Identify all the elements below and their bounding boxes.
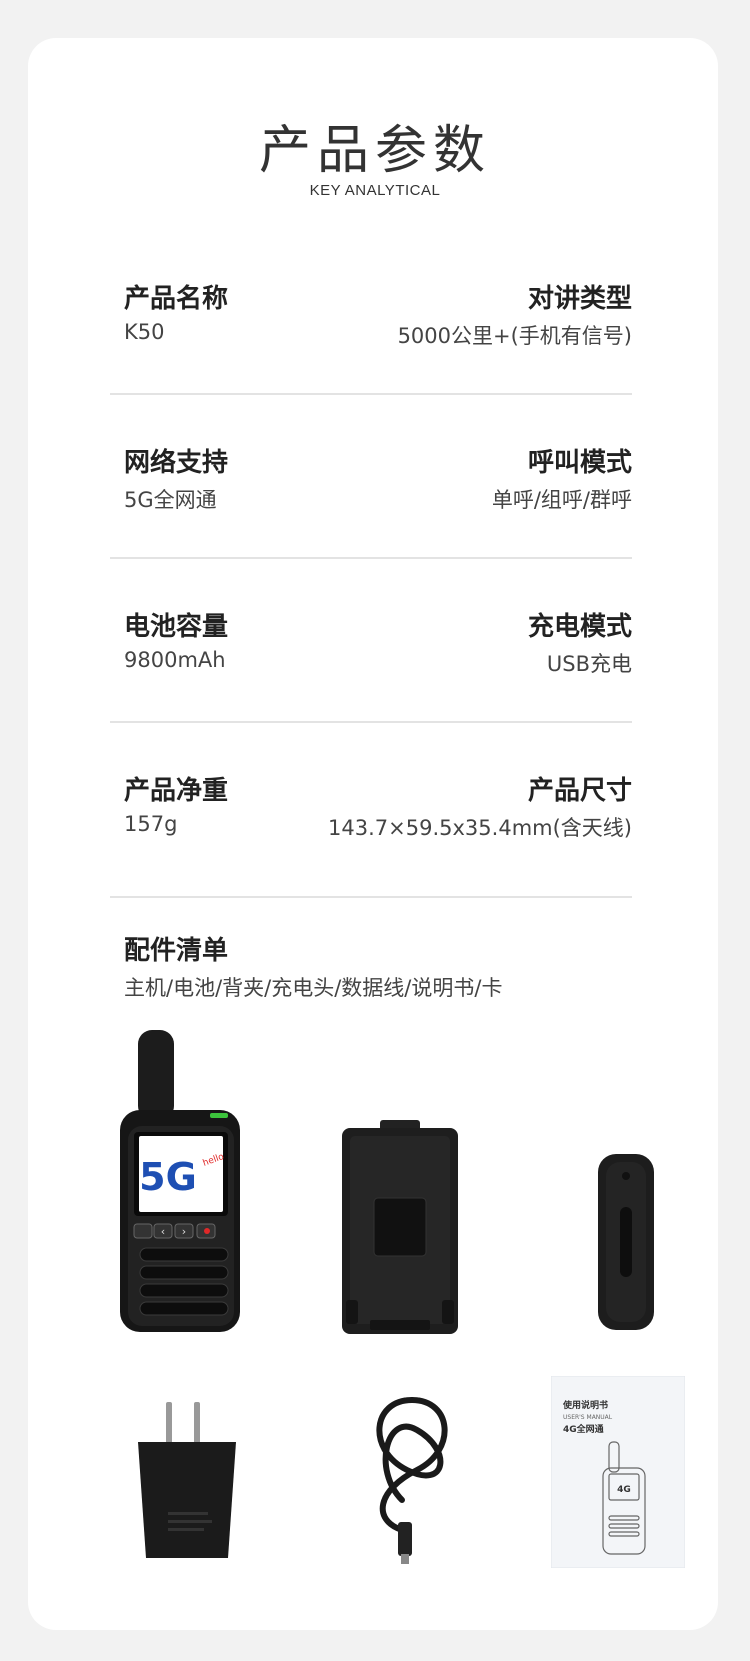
accessories-title: 配件清单 bbox=[124, 936, 229, 966]
radio-image: 5G hello ‹ › bbox=[120, 1030, 240, 1332]
svg-text:‹: ‹ bbox=[161, 1225, 165, 1238]
spec-row: 电池容量 9800mAh 充电模式 USB充电 bbox=[110, 606, 632, 686]
spec-value: USB充电 bbox=[546, 652, 632, 676]
spec-row: 产品净重 157g 产品尺寸 143.7×59.5x35.4mm(含天线) bbox=[110, 770, 632, 850]
page-subtitle: KEY ANALYTICAL bbox=[309, 182, 441, 199]
divider bbox=[110, 557, 632, 559]
manual-subtitle: USER'S MANUAL bbox=[563, 1414, 613, 1421]
spec-value: 5000公里+(手机有信号) bbox=[397, 324, 632, 348]
spec-row: 产品名称 K50 对讲类型 5000公里+(手机有信号) bbox=[110, 278, 632, 358]
spec-row: 网络支持 5G全网通 呼叫模式 单呼/组呼/群呼 bbox=[110, 442, 632, 522]
back-clip-image bbox=[598, 1154, 654, 1330]
divider bbox=[110, 721, 632, 723]
charger-image bbox=[138, 1402, 236, 1558]
spec-label: 呼叫模式 bbox=[527, 448, 632, 478]
manual-logo: 4G bbox=[617, 1485, 631, 1495]
manual-image: 使用说明书 USER'S MANUAL 4G全网通 4G bbox=[551, 1376, 685, 1568]
spec-value: 157g bbox=[124, 812, 178, 836]
manual-network: 4G全网通 bbox=[563, 1423, 604, 1435]
spec-value: 143.7×59.5x35.4mm(含天线) bbox=[328, 816, 632, 840]
screen-logo-text: 5G bbox=[139, 1155, 197, 1199]
battery-image bbox=[342, 1120, 458, 1334]
spec-label: 产品尺寸 bbox=[527, 776, 632, 806]
manual-title: 使用说明书 bbox=[562, 1399, 608, 1411]
spec-label: 网络支持 bbox=[124, 448, 229, 478]
divider bbox=[110, 896, 632, 898]
page-title: 产品参数 bbox=[258, 121, 491, 181]
spec-value: K50 bbox=[124, 320, 165, 344]
spec-label: 电池容量 bbox=[124, 612, 229, 642]
spec-value: 9800mAh bbox=[124, 648, 226, 672]
spec-label: 产品净重 bbox=[124, 776, 229, 806]
svg-text:›: › bbox=[182, 1225, 186, 1238]
spec-value: 5G全网通 bbox=[124, 488, 217, 512]
spec-label: 充电模式 bbox=[527, 612, 632, 642]
spec-label: 对讲类型 bbox=[527, 284, 632, 314]
divider bbox=[110, 393, 632, 395]
spec-value: 单呼/组呼/群呼 bbox=[491, 488, 632, 512]
accessories-list: 主机/电池/背夹/充电头/数据线/说明书/卡 bbox=[124, 976, 503, 1000]
spec-label: 产品名称 bbox=[124, 284, 229, 314]
data-cable-image bbox=[376, 1397, 448, 1564]
